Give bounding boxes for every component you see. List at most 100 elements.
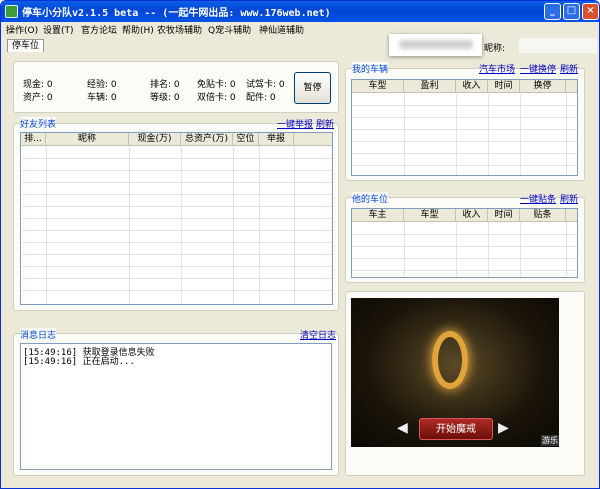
double-card-stat: 双倍卡: 0 — [197, 93, 236, 103]
my-cars-refresh-link[interactable]: 刷新 — [560, 62, 578, 75]
menu-farm-helper[interactable]: 农牧场辅助 — [157, 23, 202, 36]
log-textarea[interactable]: [15:49:16] 获取登录信息失败 [15:49:16] 正在启动... — [20, 343, 332, 470]
pause-button[interactable]: 暂停 — [294, 72, 331, 104]
col-income[interactable]: 收入 — [456, 80, 488, 93]
next-arrow-icon[interactable]: ▶ — [498, 420, 509, 436]
col-rank[interactable]: 排... — [21, 133, 46, 146]
log-title: 消息日志 — [20, 328, 57, 341]
his-slots-refresh-link[interactable]: 刷新 — [560, 192, 578, 205]
col-cash[interactable]: 现金(万) — [129, 133, 181, 146]
tab-bar: 停车位 — [5, 38, 599, 52]
level-stat: 等级: 0 — [150, 93, 180, 103]
col-nickname[interactable]: 昵称 — [46, 133, 129, 146]
col-post[interactable]: 贴条 — [520, 209, 566, 222]
app-icon — [5, 5, 18, 18]
col-slot-income[interactable]: 收入 — [456, 209, 488, 222]
sound-label[interactable]: 游乐 — [541, 435, 559, 446]
grid-row-line — [352, 105, 577, 106]
nickname-label: 昵称: — [484, 44, 506, 54]
swap-all-link[interactable]: 一键换停 — [520, 62, 556, 75]
grid-row-line — [21, 182, 332, 183]
grid-col-line — [488, 93, 489, 175]
grid-row-line — [21, 206, 332, 207]
grid-row-line — [352, 234, 577, 235]
golden-ring-image — [432, 331, 468, 389]
grid-row-line — [352, 153, 577, 154]
col-empty-slots[interactable]: 空位 — [233, 133, 259, 146]
col-slot-car-model[interactable]: 车型 — [404, 209, 456, 222]
col-swap[interactable]: 换停 — [520, 80, 566, 93]
friends-list-header: 排... 昵称 现金(万) 总资产(万) 空位 举报 — [21, 133, 332, 146]
title-bar[interactable]: 停车小分队v2.1.5 beta -- (一起牛网出品: www.176web.… — [1, 1, 599, 22]
grid-row-line — [21, 170, 332, 171]
assets-stat: 资产: 0 — [23, 93, 53, 103]
free-card-stat: 免贴卡: 0 — [197, 80, 236, 90]
grid-col-line — [520, 93, 521, 175]
clear-log-link[interactable]: 清空日志 — [300, 328, 336, 341]
menu-settings[interactable]: 设置(T) — [43, 23, 74, 36]
main-window: 停车小分队v2.1.5 beta -- (一起牛网出品: www.176web.… — [0, 0, 600, 489]
grid-row-line — [21, 266, 332, 267]
grid-col-line — [566, 93, 567, 175]
grid-row-line — [352, 246, 577, 247]
account-popup — [389, 34, 482, 56]
menu-operate[interactable]: 操作(O) — [6, 23, 38, 36]
col-car-model[interactable]: 车型 — [352, 80, 404, 93]
prev-arrow-icon[interactable]: ◀ — [397, 420, 408, 436]
col-profit[interactable]: 盈利 — [404, 80, 456, 93]
report-all-link[interactable]: 一键举报 — [277, 117, 313, 130]
car-market-link[interactable]: 汽车市场 — [479, 62, 515, 75]
grid-row-line — [21, 158, 332, 159]
grid-row-line — [352, 117, 577, 118]
friends-list[interactable]: 排... 昵称 现金(万) 总资产(万) 空位 举报 — [20, 132, 333, 305]
grid-col-line — [566, 222, 567, 277]
grid-col-line — [456, 222, 457, 277]
grid-row-line — [21, 242, 332, 243]
minimize-button[interactable]: _ — [544, 3, 561, 20]
grid-row-line — [352, 141, 577, 142]
col-owner[interactable]: 车主 — [352, 209, 404, 222]
menu-shenxian-helper[interactable]: 神仙道辅助 — [259, 23, 304, 36]
cars-stat: 车辆: 0 — [87, 93, 117, 103]
my-cars-header: 车型 盈利 收入 时间 换停 — [352, 80, 577, 93]
start-game-button[interactable]: 开始魔戒 — [419, 418, 493, 440]
post-all-link[interactable]: 一键贴条 — [520, 192, 556, 205]
maximize-button[interactable]: □ — [563, 3, 580, 20]
test-card-stat: 试驾卡: 0 — [246, 80, 285, 90]
menu-help[interactable]: 帮助(H) — [122, 23, 154, 36]
menu-bar: 操作(O) 设置(T) 官方论坛 帮助(H) 农牧场辅助 Q宠斗辅助 神仙道辅助 — [1, 22, 599, 36]
grid-row-line — [21, 218, 332, 219]
his-slots-header: 车主 车型 收入 时间 贴条 — [352, 209, 577, 222]
col-slot-time[interactable]: 时间 — [488, 209, 520, 222]
grid-col-line — [129, 146, 130, 304]
parts-stat: 配件: 0 — [246, 93, 276, 103]
tab-parking[interactable]: 停车位 — [7, 39, 45, 52]
grid-col-line — [294, 146, 295, 304]
grid-row-line — [352, 165, 577, 166]
window-title: 停车小分队v2.1.5 beta -- (一起牛网出品: www.176web.… — [22, 8, 331, 19]
col-report[interactable]: 举报 — [259, 133, 294, 146]
grid-row-line — [21, 254, 332, 255]
col-time[interactable]: 时间 — [488, 80, 520, 93]
grid-row-line — [21, 230, 332, 231]
grid-col-line — [259, 146, 260, 304]
grid-col-line — [456, 93, 457, 175]
grid-row-line — [352, 129, 577, 130]
menu-qpet-helper[interactable]: Q宠斗辅助 — [208, 23, 251, 36]
menu-forum[interactable]: 官方论坛 — [81, 23, 117, 36]
his-slots-title: 他的车位 — [352, 192, 389, 205]
grid-col-line — [488, 222, 489, 277]
close-button[interactable]: × — [582, 3, 599, 20]
grid-col-line — [46, 146, 47, 304]
friends-refresh-link[interactable]: 刷新 — [316, 117, 334, 130]
friends-title: 好友列表 — [20, 117, 57, 130]
col-total-assets[interactable]: 总资产(万) — [181, 133, 233, 146]
grid-row-line — [352, 258, 577, 259]
grid-row-line — [352, 270, 577, 271]
my-cars-list[interactable]: 车型 盈利 收入 时间 换停 — [351, 79, 578, 176]
his-slots-list[interactable]: 车主 车型 收入 时间 贴条 — [351, 208, 578, 278]
grid-row-line — [21, 278, 332, 279]
blurred-account — [399, 40, 473, 49]
grid-row-line — [21, 194, 332, 195]
grid-row-line — [21, 290, 332, 291]
